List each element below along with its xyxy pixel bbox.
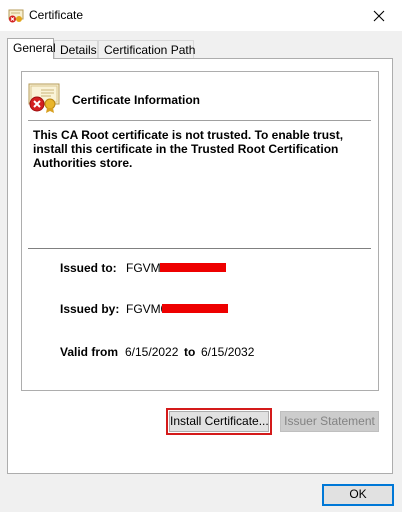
trust-warning-message: This CA Root certificate is not trusted.… xyxy=(33,128,344,170)
title-bar: Certificate xyxy=(0,0,402,31)
valid-to-value: 6/15/2032 xyxy=(201,345,255,359)
certificate-info-box xyxy=(21,71,379,391)
issued-to-label: Issued to: xyxy=(60,261,117,275)
window-title: Certificate xyxy=(29,8,84,22)
certificate-error-icon xyxy=(8,9,24,23)
valid-to-label: to xyxy=(184,345,196,359)
issuer-statement-button[interactable]: Issuer Statement xyxy=(280,411,379,432)
redaction-mark xyxy=(162,304,228,313)
info-title: Certificate Information xyxy=(72,93,201,107)
valid-from-value: 6/15/2022 xyxy=(125,345,179,359)
close-button[interactable] xyxy=(356,0,402,31)
divider xyxy=(28,248,371,249)
certificate-error-icon xyxy=(28,83,60,113)
redaction-mark xyxy=(160,263,226,272)
issued-by-label: Issued by: xyxy=(60,302,120,316)
tab-general[interactable]: General xyxy=(7,38,56,59)
valid-from-label: Valid from xyxy=(60,345,119,359)
close-icon xyxy=(373,10,385,21)
tab-certification-path[interactable]: Certification Path xyxy=(98,40,195,58)
divider xyxy=(28,120,371,121)
tab-details[interactable]: Details xyxy=(54,40,98,58)
install-certificate-button[interactable]: Install Certificate... xyxy=(169,411,269,432)
ok-button[interactable]: OK xyxy=(322,484,394,506)
